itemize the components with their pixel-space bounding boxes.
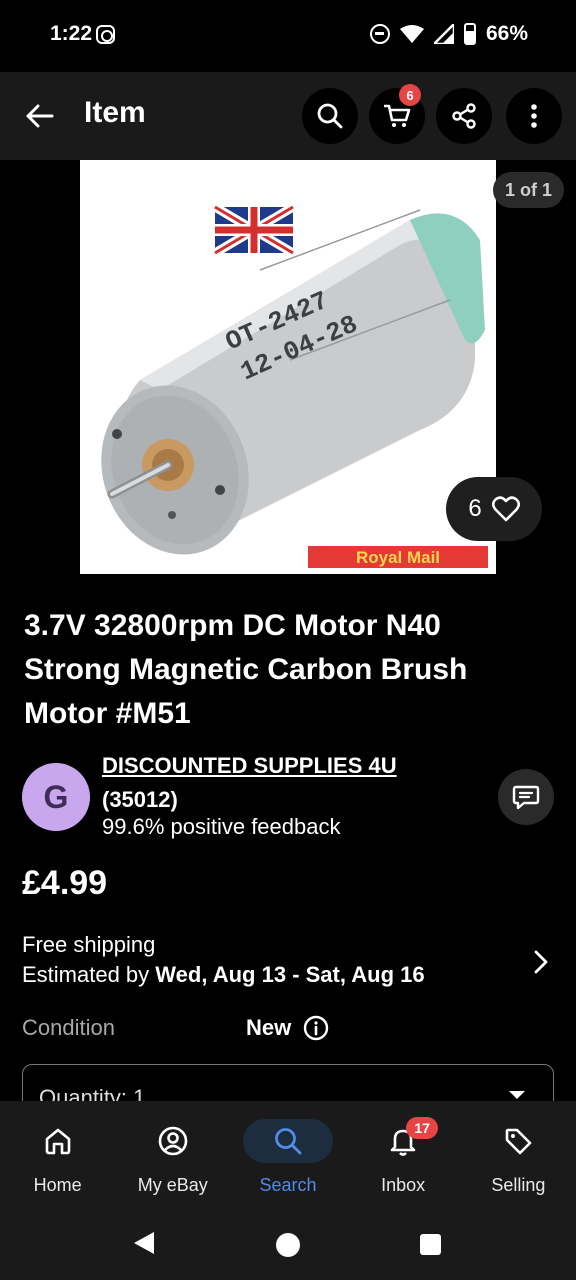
home-icon xyxy=(45,1128,70,1155)
nav-selling-label: Selling xyxy=(491,1175,546,1195)
seller-feedback-percent: 99.6% positive feedback xyxy=(102,814,341,839)
item-title: 3.7V 32800rpm DC Motor N40 Strong Magnet… xyxy=(24,609,468,730)
share-button[interactable] xyxy=(436,88,492,144)
status-bar: 1:22 66% xyxy=(0,0,576,72)
share-icon xyxy=(452,103,476,129)
nav-home[interactable]: Home xyxy=(0,1101,115,1208)
system-recents-icon[interactable] xyxy=(420,1234,441,1255)
nav-my-ebay[interactable]: My eBay xyxy=(115,1101,230,1208)
cart-count-badge: 6 xyxy=(399,84,421,106)
seller-avatar[interactable]: G xyxy=(22,763,90,831)
info-icon[interactable] xyxy=(303,1015,329,1041)
product-image[interactable]: OT-2427 12-04-28 Royal Mail xyxy=(80,160,496,574)
nav-search[interactable]: Search xyxy=(230,1101,345,1208)
delivery-dates: Wed, Aug 13 - Sat, Aug 16 xyxy=(155,962,425,987)
nav-inbox[interactable]: 17 Inbox xyxy=(346,1101,461,1208)
tag-icon xyxy=(506,1128,532,1155)
dropdown-arrow-icon xyxy=(509,1091,525,1099)
nav-home-label: Home xyxy=(33,1175,82,1195)
delivery-estimate: Estimated by Wed, Aug 13 - Sat, Aug 16 xyxy=(22,962,425,988)
cart-icon xyxy=(384,104,411,127)
system-back-icon[interactable] xyxy=(134,1232,154,1254)
status-indicators: 66% xyxy=(369,22,528,46)
item-price: £4.99 xyxy=(22,864,108,902)
contact-seller-button[interactable] xyxy=(498,769,554,825)
uk-flag-image xyxy=(212,203,296,257)
cart-button[interactable]: 6 xyxy=(369,84,425,144)
bottom-nav: Home My eBay Search 17 Inbox Selling xyxy=(0,1101,576,1208)
nav-search-label: Search xyxy=(259,1175,317,1195)
nav-my-ebay-label: My eBay xyxy=(137,1175,208,1195)
do-not-disturb-icon xyxy=(369,24,390,44)
condition-value: New xyxy=(246,1015,292,1040)
inbox-count-badge: 17 xyxy=(406,1117,439,1139)
back-button[interactable] xyxy=(20,96,60,136)
system-nav-bar xyxy=(0,1208,576,1280)
delivery-estimate-prefix: Estimated by xyxy=(22,962,156,987)
nav-selling[interactable]: Selling xyxy=(461,1101,576,1208)
shipping-row[interactable]: Free shipping Estimated by Wed, Aug 13 -… xyxy=(22,930,554,996)
chevron-right-icon xyxy=(534,950,548,974)
image-counter: 1 of 1 xyxy=(492,172,564,208)
message-icon xyxy=(512,785,540,810)
seller-name-link[interactable]: DISCOUNTED SUPPLIES 4U xyxy=(102,753,397,779)
battery-icon xyxy=(463,23,476,45)
battery-percent: 66% xyxy=(485,22,528,45)
condition-label: Condition xyxy=(22,1015,115,1040)
shipping-cost: Free shipping xyxy=(22,932,156,957)
royal-mail-text: Royal Mail xyxy=(356,548,440,567)
watch-button[interactable]: 6 xyxy=(446,477,542,541)
wifi-icon xyxy=(399,25,424,43)
motor-photo: OT-2427 12-04-28 Royal Mail xyxy=(101,203,488,568)
heart-icon xyxy=(491,496,520,522)
nav-inbox-label: Inbox xyxy=(381,1175,426,1195)
condition-value-row[interactable]: New xyxy=(246,1015,329,1041)
image-gallery: OT-2427 12-04-28 Royal Mail 1 of 1 6 xyxy=(0,160,576,584)
more-vertical-icon xyxy=(531,104,537,128)
account-icon xyxy=(158,1126,188,1156)
signal-icon xyxy=(433,24,454,44)
search-button[interactable] xyxy=(302,88,358,144)
page-title: Item xyxy=(84,96,146,129)
app-header: Item 6 xyxy=(0,72,576,160)
status-time: 1:22 xyxy=(50,22,93,45)
motor-body-image xyxy=(101,209,485,555)
watch-count: 6 xyxy=(468,495,482,522)
seller-feedback-count: (35012) xyxy=(102,787,178,812)
back-arrow-icon xyxy=(26,104,54,128)
search-icon xyxy=(317,103,343,129)
system-home-icon[interactable] xyxy=(276,1233,300,1257)
search-icon xyxy=(275,1128,302,1155)
instagram-notification-icon xyxy=(96,25,115,44)
more-options-button[interactable] xyxy=(506,88,562,144)
